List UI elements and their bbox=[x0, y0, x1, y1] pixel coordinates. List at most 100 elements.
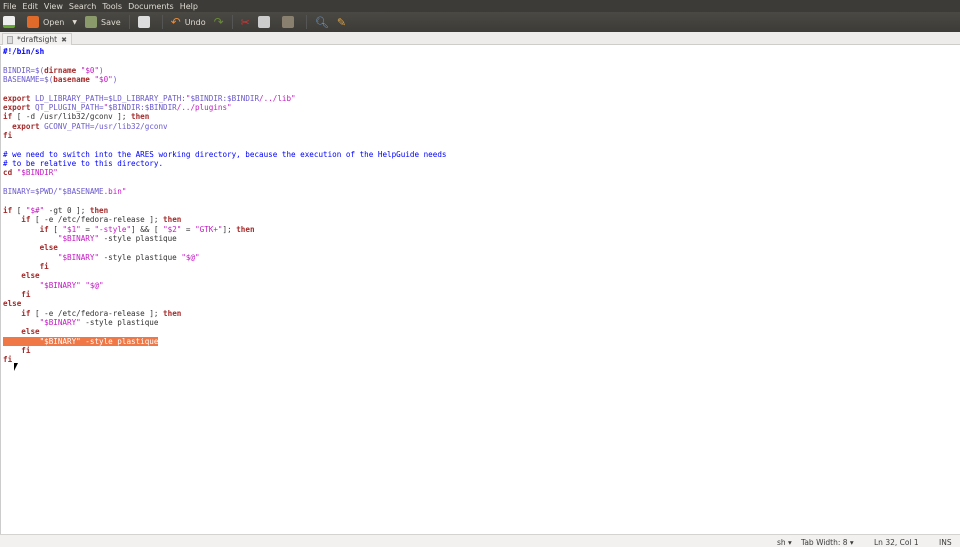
code-token: = bbox=[181, 224, 196, 234]
code-line[interactable]: else bbox=[3, 271, 446, 280]
code-line[interactable]: export LD_LIBRARY_PATH=$LD_LIBRARY_PATH:… bbox=[3, 94, 446, 103]
cut-button[interactable]: ✂ bbox=[241, 16, 250, 29]
code-line[interactable]: # to be relative to this directory. bbox=[3, 159, 446, 168]
code-token: then bbox=[89, 205, 109, 215]
code-line[interactable]: "$BINARY" -style plastique bbox=[3, 336, 159, 346]
code-line[interactable]: "$BINARY" -style plastique bbox=[3, 234, 446, 243]
code-line[interactable]: if [ -d /usr/lib32/gconv ]; then bbox=[3, 112, 446, 121]
code-line[interactable]: else bbox=[3, 299, 446, 308]
code-token: "$BINARY" bbox=[39, 317, 81, 327]
code-token: export bbox=[3, 103, 31, 113]
code-token: else bbox=[21, 271, 40, 281]
code-token: then bbox=[163, 215, 182, 225]
menu-file[interactable]: File bbox=[3, 2, 16, 11]
code-line[interactable]: fi bbox=[3, 290, 446, 299]
redo-button[interactable]: ↷ bbox=[214, 15, 224, 29]
code-line[interactable]: BINARY=$PWD/"$BASENAME.bin" bbox=[3, 187, 446, 196]
undo-label: Undo bbox=[184, 17, 206, 27]
code-line[interactable] bbox=[3, 140, 446, 149]
code-line[interactable]: fi bbox=[3, 355, 446, 364]
find-button[interactable]: 🔍︎ bbox=[315, 16, 329, 29]
menu-tools[interactable]: Tools bbox=[102, 2, 122, 11]
code-view[interactable]: #!/bin/sh BINDIR=$(dirname "$0") BASENAME… bbox=[3, 47, 446, 365]
code-line[interactable]: fi bbox=[3, 131, 446, 140]
code-token: "$@" bbox=[85, 280, 104, 290]
menu-help[interactable]: Help bbox=[180, 2, 198, 11]
close-icon[interactable]: ✖ bbox=[61, 36, 67, 44]
code-token: "$BINARY" bbox=[57, 252, 100, 262]
separator bbox=[231, 15, 233, 29]
code-line[interactable]: if [ "$#" -gt 0 ]; then bbox=[3, 206, 446, 215]
code-line[interactable]: fi bbox=[3, 262, 446, 271]
code-line[interactable]: else bbox=[3, 243, 446, 252]
menu-view[interactable]: View bbox=[44, 2, 63, 11]
tab-draftsight[interactable]: *draftsight ✖ bbox=[2, 33, 72, 45]
replace-button[interactable]: ✎ bbox=[337, 16, 346, 29]
code-token: then bbox=[163, 308, 182, 318]
code-line[interactable]: BINDIR=$(dirname "$0") bbox=[3, 66, 446, 75]
save-label: Save bbox=[101, 17, 121, 27]
menu-search[interactable]: Search bbox=[69, 2, 96, 11]
code-token: QT_PLUGIN_PATH= bbox=[30, 103, 104, 113]
menu-documents[interactable]: Documents bbox=[128, 2, 174, 11]
status-bar: sh ▾ Tab Width: 8 ▾ Ln 32, Col 1 INS bbox=[0, 534, 960, 547]
code-line[interactable]: "$BINARY" -style plastique "$@" bbox=[3, 253, 446, 262]
code-line[interactable]: else bbox=[3, 327, 446, 336]
code-token: "$BINDIR" bbox=[12, 168, 58, 178]
code-line[interactable]: export GCONV_PATH=/usr/lib32/gconv bbox=[3, 122, 446, 131]
code-token: "$BINARY" bbox=[39, 336, 81, 346]
copy-button[interactable] bbox=[257, 16, 274, 28]
paste-button[interactable] bbox=[281, 16, 298, 28]
code-token: [ bbox=[48, 224, 63, 234]
code-line[interactable]: "$BINARY" -style plastique bbox=[3, 318, 446, 327]
menu-edit[interactable]: Edit bbox=[22, 2, 38, 11]
code-line[interactable]: "$BINARY" "$@" bbox=[3, 281, 446, 290]
insert-mode: INS bbox=[939, 538, 952, 547]
code-line[interactable]: cd "$BINDIR" bbox=[3, 168, 446, 177]
code-token: "$0" bbox=[89, 75, 113, 85]
code-line[interactable]: if [ -e /etc/fedora-release ]; then bbox=[3, 309, 446, 318]
code-line[interactable] bbox=[3, 84, 446, 93]
save-icon bbox=[85, 16, 97, 28]
code-token: "$2" bbox=[163, 224, 182, 234]
toolbar: Open ▼ Save ↶ Undo ↷ ✂ 🔍︎ ✎ bbox=[0, 12, 960, 32]
print-button[interactable] bbox=[137, 16, 154, 28]
menu-bar: File Edit View Search Tools Documents Help bbox=[0, 0, 960, 12]
new-button[interactable] bbox=[3, 16, 19, 28]
code-token: -gt 0 ]; bbox=[44, 205, 90, 215]
code-token: $BINDIR:$BINDIR bbox=[190, 93, 260, 103]
save-button[interactable]: Save bbox=[85, 16, 121, 28]
undo-button[interactable]: ↶ Undo bbox=[171, 15, 206, 29]
code-line[interactable]: #!/bin/sh bbox=[3, 47, 446, 56]
code-token: GCONV_PATH=/usr/lib32/gconv bbox=[39, 121, 168, 131]
code-token: [ -d /usr/lib32/gconv ]; bbox=[12, 112, 132, 122]
language-selector[interactable]: sh ▾ bbox=[777, 538, 792, 547]
code-line[interactable] bbox=[3, 197, 446, 206]
code-line[interactable]: BASENAME=$(basename "$0") bbox=[3, 75, 446, 84]
code-line[interactable]: # we need to switch into the ARES workin… bbox=[3, 150, 446, 159]
open-button[interactable]: Open ▼ bbox=[27, 16, 77, 28]
code-token: fi bbox=[21, 289, 31, 299]
code-line[interactable] bbox=[3, 56, 446, 65]
code-token: "$#" bbox=[25, 205, 45, 215]
code-line[interactable]: export QT_PLUGIN_PATH="$BINDIR:$BINDIR/.… bbox=[3, 103, 446, 112]
tab-title: *draftsight bbox=[17, 35, 58, 44]
code-line[interactable]: if [ -e /etc/fedora-release ]; then bbox=[3, 215, 446, 224]
print-icon bbox=[137, 16, 150, 28]
document-icon bbox=[7, 35, 13, 44]
text-editor[interactable]: #!/bin/sh BINDIR=$(dirname "$0") BASENAME… bbox=[0, 46, 960, 534]
open-label: Open bbox=[43, 17, 65, 27]
tab-width-selector[interactable]: Tab Width: 8 ▾ bbox=[801, 538, 854, 547]
code-line[interactable]: fi bbox=[3, 346, 446, 355]
code-line[interactable]: if [ "$1" = "-style"] && [ "$2" = "GTK+"… bbox=[3, 225, 446, 234]
chevron-down-icon[interactable]: ▼ bbox=[72, 19, 77, 26]
code-line[interactable] bbox=[3, 178, 446, 187]
code-token: [ bbox=[12, 205, 26, 215]
